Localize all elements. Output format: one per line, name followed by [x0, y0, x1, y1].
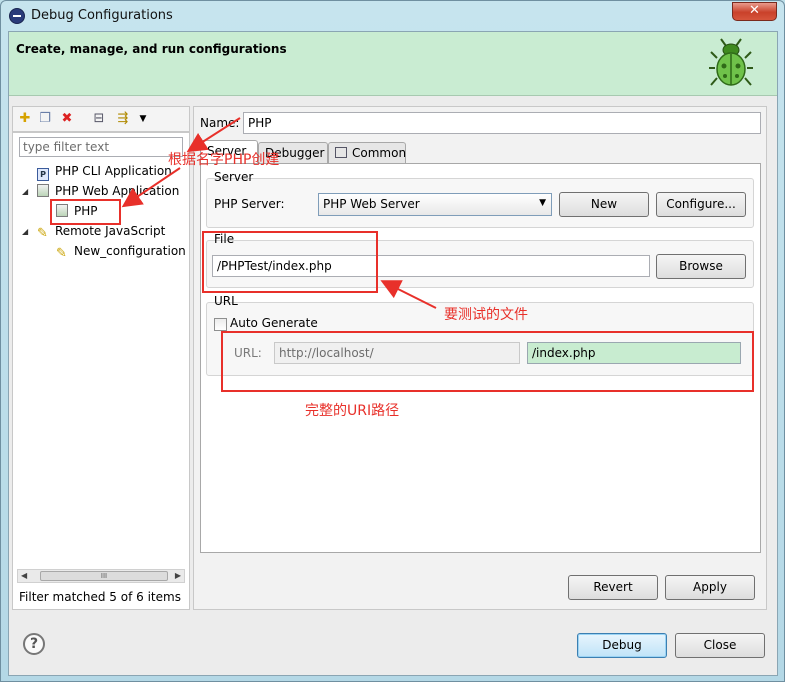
- php-annotation-text: 根据名字PHP创建: [168, 152, 280, 168]
- help-icon[interactable]: ?: [23, 633, 45, 655]
- configure-server-button[interactable]: Configure...: [656, 192, 746, 217]
- tree-item-php-cli[interactable]: P PHP CLI Application: [37, 164, 172, 181]
- chevron-down-icon: ▼: [539, 198, 546, 208]
- configuration-toolbar: ✚ ❐ ✖ ⊟ ⇶ ▼: [12, 106, 190, 132]
- browse-button[interactable]: Browse: [656, 254, 746, 279]
- filter-status: Filter matched 5 of 6 items: [19, 590, 181, 604]
- url-group-label: URL: [214, 294, 238, 308]
- server-group-label: Server: [214, 170, 254, 184]
- auto-generate-checkbox[interactable]: [214, 318, 227, 331]
- tree-item-new-configuration[interactable]: ✎ New_configuration: [56, 244, 186, 260]
- new-server-button[interactable]: New: [559, 192, 649, 217]
- apply-button[interactable]: Apply: [665, 575, 755, 600]
- scroll-left-icon[interactable]: ◀: [21, 570, 27, 582]
- url-annotation-box: [221, 331, 754, 392]
- tab-common[interactable]: Common: [328, 142, 406, 164]
- php-annotation-box: [50, 199, 121, 225]
- window-title: Debug Configurations: [31, 8, 173, 23]
- horizontal-scrollbar[interactable]: ◀ III ▶: [17, 569, 185, 583]
- scroll-right-icon[interactable]: ▶: [175, 570, 181, 582]
- expand-toggle-icon[interactable]: ◢: [22, 187, 28, 196]
- file-annotation-box: [202, 231, 378, 293]
- window-close-button[interactable]: ✕: [732, 2, 777, 21]
- collapse-all-icon[interactable]: ⊟: [91, 111, 107, 127]
- name-label: Name:: [200, 116, 240, 130]
- filter-input[interactable]: type filter text: [19, 137, 183, 157]
- javascript-launch-icon: ✎: [56, 246, 67, 261]
- debug-button[interactable]: Debug: [577, 633, 667, 658]
- php-web-icon: [37, 184, 49, 197]
- banner: Create, manage, and run configurations: [9, 32, 777, 96]
- tree-item-remote-javascript[interactable]: ✎ Remote JavaScript: [37, 224, 165, 240]
- title-bar: Debug Configurations ✕: [1, 1, 784, 31]
- name-input[interactable]: PHP: [243, 112, 761, 134]
- url-annotation-text: 完整的URI路径: [305, 403, 400, 419]
- file-annotation-text: 要测试的文件: [444, 307, 528, 323]
- javascript-icon: ✎: [37, 226, 48, 241]
- eclipse-icon: [9, 8, 25, 24]
- auto-generate-label: Auto Generate: [230, 316, 318, 330]
- scroll-thumb[interactable]: III: [40, 571, 168, 581]
- debug-bug-icon: [709, 38, 753, 86]
- php-icon: P: [37, 168, 49, 181]
- common-tab-icon: [335, 147, 347, 158]
- expand-toggle-icon[interactable]: ◢: [22, 227, 28, 236]
- duplicate-icon[interactable]: ❐: [37, 111, 53, 127]
- filter-icon[interactable]: ⇶: [115, 111, 131, 127]
- php-server-label: PHP Server:: [214, 197, 285, 211]
- new-configuration-icon[interactable]: ✚: [17, 111, 33, 127]
- dropdown-arrow-icon[interactable]: ▼: [135, 111, 151, 127]
- revert-button[interactable]: Revert: [568, 575, 658, 600]
- delete-icon[interactable]: ✖: [59, 111, 75, 127]
- banner-title: Create, manage, and run configurations: [16, 42, 287, 56]
- tree-item-php-web[interactable]: PHP Web Application: [37, 184, 179, 198]
- close-button[interactable]: Close: [675, 633, 765, 658]
- php-server-select[interactable]: PHP Web Server ▼: [318, 193, 552, 216]
